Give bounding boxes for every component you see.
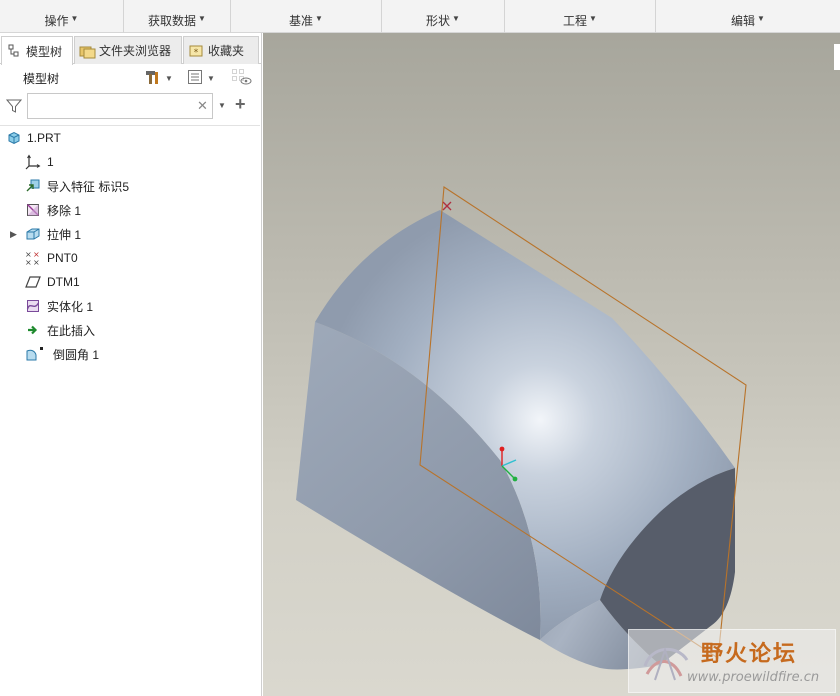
tree-item-insert-here[interactable]: 在此插入 <box>0 318 258 342</box>
ribbon-group-bar: 操作 ▼ 获取数据 ▼ 基准 ▼ 形状 ▼ 工程 ▼ 编辑 ▼ <box>0 0 840 33</box>
tree-item-round[interactable]: 倒圆角 1 <box>0 342 258 366</box>
import-feature-icon <box>25 178 41 194</box>
watermark-url: www.proewildfire.cn <box>687 670 820 685</box>
remove-icon <box>25 202 41 218</box>
ribbon-group-label: 基准 <box>289 14 314 28</box>
tree-item-label: 1.PRT <box>27 131 61 145</box>
round-icon <box>25 346 43 362</box>
tree-filter-display-button[interactable] <box>231 68 253 88</box>
dropdown-arrow-icon: ▼ <box>207 73 215 83</box>
filter-funnel-icon[interactable] <box>5 98 23 117</box>
ribbon-group-label: 工程 <box>563 14 588 28</box>
csys-icon <box>25 154 41 170</box>
tab-model-tree[interactable]: 模型树 <box>1 36 73 65</box>
tree-item-label: 1 <box>47 155 54 169</box>
graphics-viewport[interactable] <box>263 33 840 696</box>
ribbon-group-get-data[interactable]: 获取数据 ▼ <box>124 0 231 33</box>
ribbon-group-datum[interactable]: 基准 ▼ <box>231 0 382 33</box>
tree-item-label: 实体化 1 <box>47 299 94 314</box>
ribbon-group-engineering[interactable]: 工程 ▼ <box>505 0 656 33</box>
tree-item-root-part[interactable]: 1.PRT <box>0 126 258 150</box>
part-icon <box>6 130 22 146</box>
tree-search-row: ✕ ▼ + <box>0 92 262 122</box>
model-tree-title: 模型树 <box>23 72 60 86</box>
tree-settings-button[interactable]: ▼ <box>143 68 173 88</box>
hammer-icon <box>143 68 161 89</box>
dropdown-arrow-icon: ▼ <box>165 73 173 83</box>
watermark-title: 野火论坛 <box>701 642 798 667</box>
tab-label: 收藏夹 <box>208 44 245 58</box>
ribbon-group-shapes[interactable]: 形状 ▼ <box>382 0 505 33</box>
tree-search-input[interactable] <box>27 93 213 119</box>
hidden-items-icon <box>231 67 253 90</box>
list-columns-icon <box>187 68 203 89</box>
ribbon-group-label: 编辑 <box>731 14 756 28</box>
dropdown-arrow-icon: ▼ <box>452 14 460 23</box>
tree-item-datum-plane[interactable]: DTM1 <box>0 270 258 294</box>
dropdown-arrow-icon: ▼ <box>589 14 597 23</box>
tab-folder-browser[interactable]: 文件夹浏览器 <box>74 36 182 64</box>
svg-text:×: × <box>25 258 32 266</box>
svg-text:*: * <box>194 48 199 58</box>
tree-columns-button[interactable]: ▼ <box>187 68 215 88</box>
viewport-side-button[interactable] <box>834 44 840 70</box>
tree-item-label: DTM1 <box>47 275 80 289</box>
tab-label: 模型树 <box>26 44 63 59</box>
model-tree-icon <box>6 43 22 59</box>
model-tree-toolbar: 模型树 ▼ ▼ <box>0 66 262 92</box>
tree-item-label: 导入特征 标识5 <box>47 179 130 194</box>
add-filter-icon[interactable]: + <box>235 94 246 115</box>
svg-text:×: × <box>33 258 40 266</box>
solidify-icon <box>25 298 41 314</box>
datum-point-marker[interactable] <box>442 201 452 211</box>
navigator-tabs: 模型树 文件夹浏览器 * 收藏夹 <box>0 36 262 65</box>
dropdown-arrow-icon: ▼ <box>70 14 79 23</box>
tree-item-datum-point[interactable]: × × × × PNT0 <box>0 246 258 270</box>
tree-item-label: 倒圆角 1 <box>53 347 100 362</box>
expand-arrow-icon[interactable]: ▶ <box>10 229 17 240</box>
dropdown-arrow-icon: ▼ <box>757 14 765 23</box>
model-graphics <box>296 186 747 670</box>
ribbon-group-operations[interactable]: 操作 ▼ <box>0 0 124 33</box>
tree-item-solidify[interactable]: 实体化 1 <box>0 294 258 318</box>
tree-item-extrude[interactable]: ▶ 拉伸 1 <box>0 222 258 246</box>
tree-item-label: 在此插入 <box>47 323 96 338</box>
watermark: 野火论坛 www.proewildfire.cn <box>628 629 836 693</box>
ribbon-group-label: 形状 <box>426 14 451 28</box>
clear-search-icon[interactable]: ✕ <box>197 98 208 114</box>
tab-label: 文件夹浏览器 <box>99 44 172 58</box>
datum-point-icon: × × × × <box>25 250 41 267</box>
tree-item-remove[interactable]: 移除 1 <box>0 198 258 222</box>
extrude-icon <box>25 226 41 242</box>
navigator-panel: 模型树 文件夹浏览器 * 收藏夹 模型树 ▼ ▼ ✕ ▼ + 1.PRT 1 导… <box>0 33 262 696</box>
datum-plane-icon <box>25 274 41 290</box>
tree-item-label: PNT0 <box>47 251 78 265</box>
favorites-icon: * <box>188 43 204 59</box>
tree-item-csys[interactable]: 1 <box>0 150 258 174</box>
tree-item-label: 拉伸 1 <box>47 227 82 242</box>
ribbon-group-label: 操作 <box>44 14 69 28</box>
tab-favorites[interactable]: * 收藏夹 <box>183 36 259 64</box>
folder-browser-icon <box>79 43 96 59</box>
insert-here-arrow-icon <box>25 322 41 338</box>
tree-item-label: 移除 1 <box>47 203 82 218</box>
search-history-dropdown-icon[interactable]: ▼ <box>218 101 226 110</box>
tree-item-import-feature[interactable]: 导入特征 标识5 <box>0 174 258 198</box>
dropdown-arrow-icon: ▼ <box>198 14 206 23</box>
dropdown-arrow-icon: ▼ <box>315 14 323 23</box>
ribbon-group-editing[interactable]: 编辑 ▼ <box>656 0 840 33</box>
ribbon-group-label: 获取数据 <box>148 14 197 28</box>
